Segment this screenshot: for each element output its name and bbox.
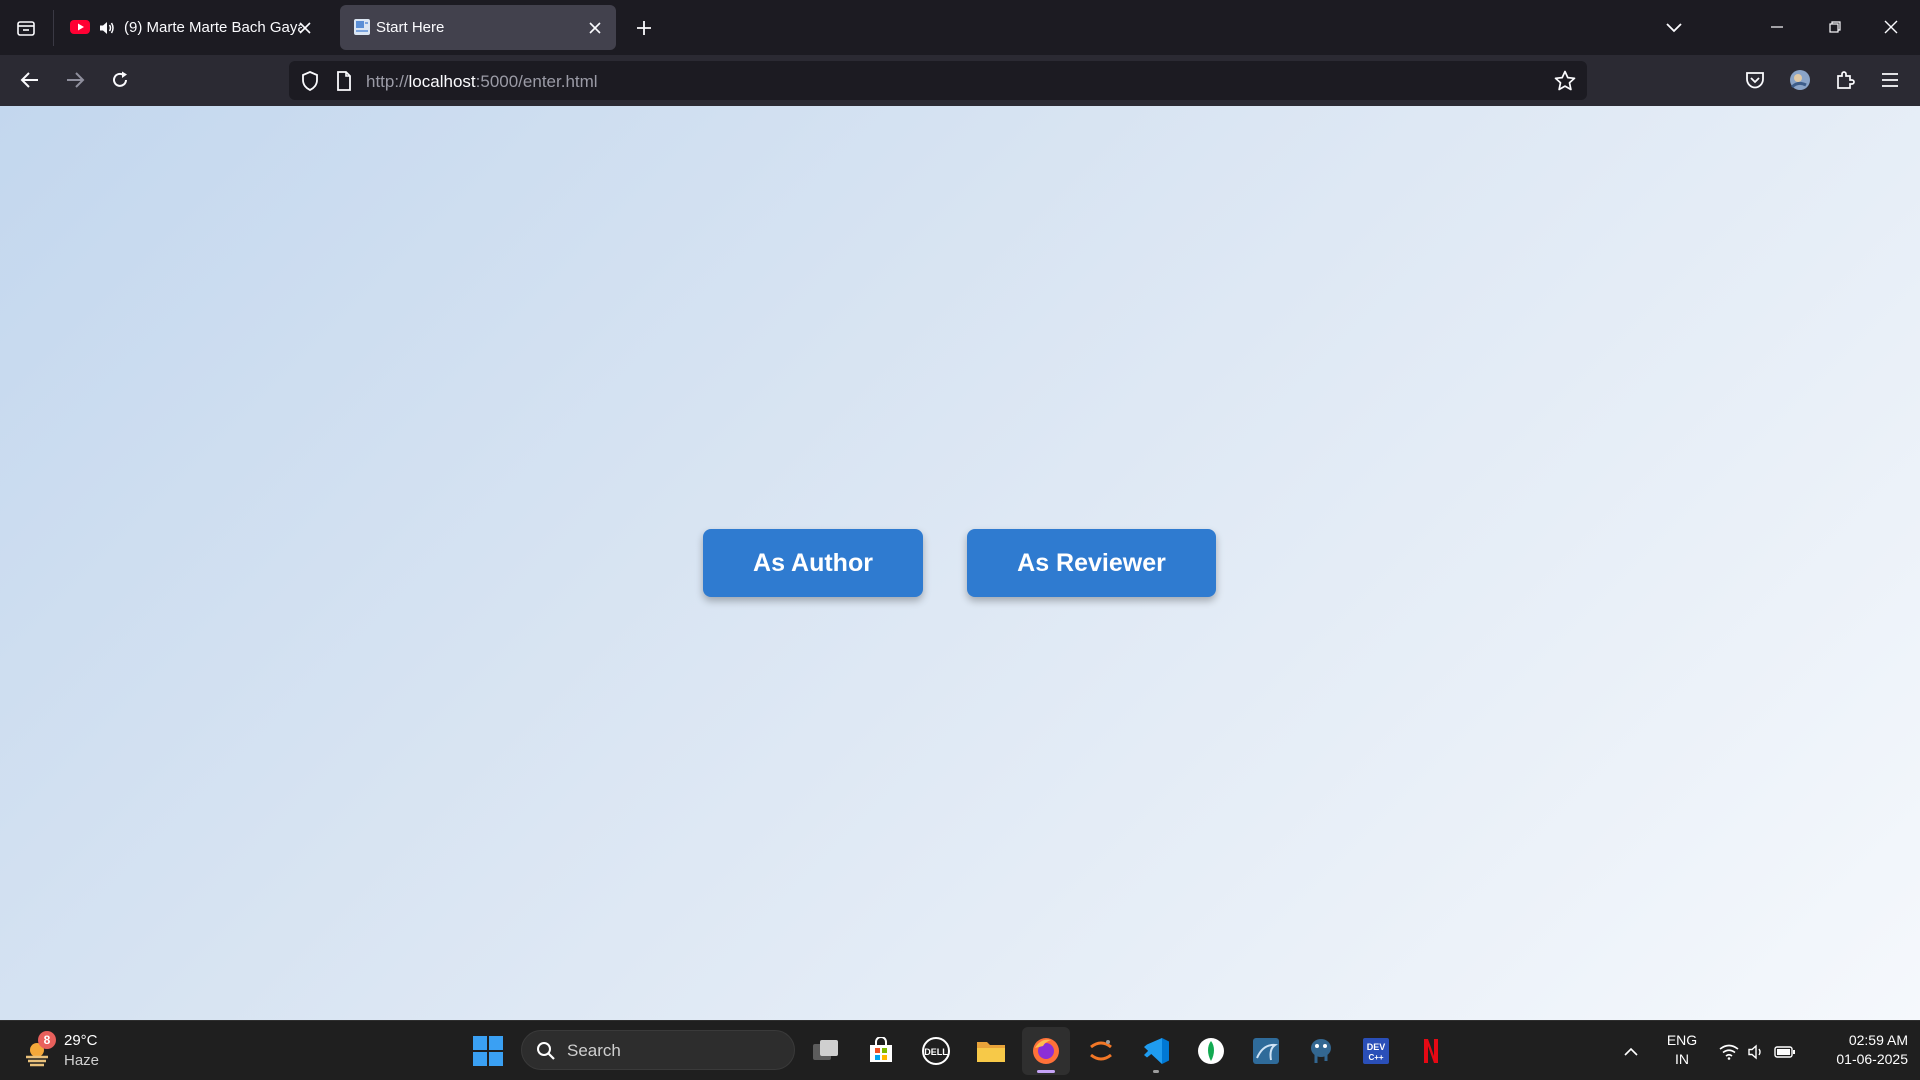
close-tab-icon[interactable] <box>584 17 606 39</box>
pocket-icon[interactable] <box>1740 65 1770 95</box>
task-view-icon[interactable] <box>802 1027 850 1075</box>
tracking-protection-shield-icon[interactable] <box>299 70 321 92</box>
weather-temperature: 29°C <box>64 1032 98 1049</box>
tab-youtube[interactable]: (9) Marte Marte Bach Gaya <box>58 5 326 50</box>
postgresql-icon[interactable] <box>1297 1027 1345 1075</box>
taskbar-search-box[interactable]: Search <box>521 1030 795 1070</box>
as-author-button[interactable]: As Author <box>703 529 923 597</box>
clock-date: 01-06-2025 <box>1836 1051 1908 1067</box>
language-code: ENG <box>1666 1032 1698 1048</box>
dell-icon[interactable]: DELL <box>912 1027 960 1075</box>
page-content: As Author As Reviewer <box>0 106 1920 1020</box>
new-tab-plus-icon[interactable] <box>630 14 658 42</box>
dev-cpp-icon[interactable]: DEV C++ <box>1352 1027 1400 1075</box>
list-all-tabs-chevron-icon[interactable] <box>1660 14 1688 42</box>
wifi-icon[interactable] <box>1716 1039 1742 1065</box>
extensions-puzzle-icon[interactable] <box>1830 65 1860 95</box>
page-favicon-icon <box>352 18 372 36</box>
url-scheme: http:// <box>366 72 409 91</box>
speaker-icon[interactable] <box>98 19 116 37</box>
weather-condition: Haze <box>64 1052 100 1069</box>
close-tab-icon[interactable] <box>294 17 316 39</box>
restore-icon[interactable] <box>1812 8 1858 46</box>
url-path: :5000/enter.html <box>475 72 598 91</box>
windows-start-icon[interactable] <box>472 1035 504 1067</box>
close-window-icon[interactable] <box>1868 8 1914 46</box>
search-placeholder: Search <box>567 1041 621 1060</box>
url-host: localhost <box>408 72 476 91</box>
mysql-workbench-icon[interactable] <box>1242 1027 1290 1075</box>
microsoft-store-icon[interactable] <box>857 1027 905 1075</box>
taskbar-clock[interactable]: 02:59 AM 01-06-2025 <box>1808 1031 1908 1069</box>
address-bar[interactable]: http://localhost:5000/enter.html <box>289 61 1587 100</box>
volume-icon[interactable] <box>1744 1039 1770 1065</box>
show-hidden-icons-chevron-icon[interactable] <box>1618 1039 1644 1065</box>
running-app-indicator <box>1153 1070 1159 1073</box>
input-language-indicator[interactable]: ENG IN <box>1660 1031 1704 1069</box>
youtube-icon <box>70 18 90 36</box>
minimize-icon[interactable] <box>1754 8 1800 46</box>
clock-time: 02:59 AM <box>1848 1032 1908 1048</box>
as-reviewer-button[interactable]: As Reviewer <box>967 529 1216 597</box>
tab-title: Start Here <box>376 19 445 36</box>
tab-strip: (9) Marte Marte Bach Gaya Start Here <box>0 0 1920 55</box>
reload-icon[interactable] <box>104 64 136 96</box>
weather-alert-badge: 8 <box>38 1031 56 1049</box>
vscode-icon[interactable] <box>1132 1027 1180 1075</box>
svg-text:DELL: DELL <box>924 1047 948 1057</box>
tab-divider <box>53 10 54 46</box>
navigation-toolbar: http://localhost:5000/enter.html <box>0 55 1920 106</box>
windows-taskbar: 8 29°C Haze Search DELL DEV C++ ENG IN 0… <box>0 1020 1920 1080</box>
back-arrow-icon[interactable] <box>14 64 46 96</box>
page-info-icon[interactable] <box>333 70 355 92</box>
forward-arrow-icon[interactable] <box>59 64 91 96</box>
file-explorer-icon[interactable] <box>967 1027 1015 1075</box>
firefox-view-icon[interactable] <box>12 14 40 42</box>
firefox-icon[interactable] <box>1022 1027 1070 1075</box>
mongodb-compass-icon[interactable] <box>1187 1027 1235 1075</box>
active-app-indicator <box>1037 1070 1055 1073</box>
weather-widget[interactable]: 8 29°C Haze <box>20 1031 110 1073</box>
battery-charging-icon[interactable] <box>1772 1039 1798 1065</box>
search-icon <box>536 1041 556 1061</box>
tab-title: (9) Marte Marte Bach Gaya <box>124 19 302 36</box>
role-button-group: As Author As Reviewer <box>703 529 1216 597</box>
bookmark-star-icon[interactable] <box>1553 69 1577 93</box>
tab-start-here[interactable]: Start Here <box>340 5 616 50</box>
sync-arc-icon[interactable] <box>1077 1027 1125 1075</box>
language-region: IN <box>1675 1051 1689 1067</box>
url-text[interactable]: http://localhost:5000/enter.html <box>366 72 598 92</box>
netflix-icon[interactable] <box>1407 1027 1455 1075</box>
system-tray-icons[interactable] <box>1716 1039 1800 1065</box>
svg-text:C++: C++ <box>1368 1053 1383 1062</box>
hamburger-menu-icon[interactable] <box>1875 65 1905 95</box>
account-avatar-icon[interactable] <box>1785 65 1815 95</box>
svg-text:DEV: DEV <box>1367 1042 1386 1052</box>
